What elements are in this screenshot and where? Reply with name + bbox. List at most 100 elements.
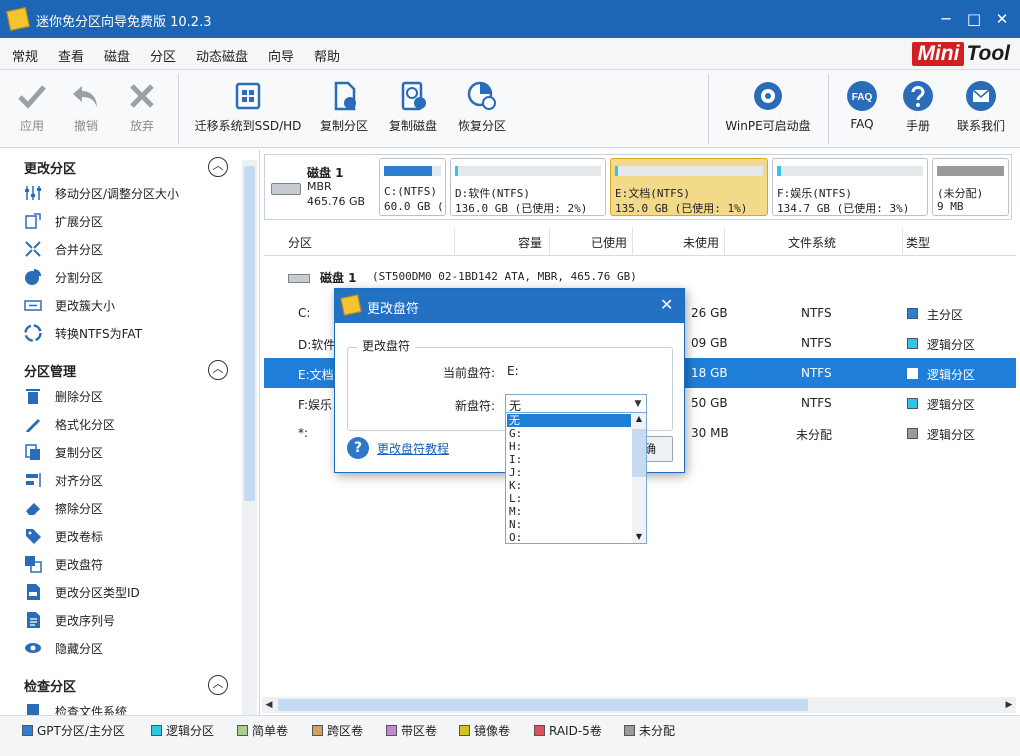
scroll-right-arrow-icon[interactable]: ▶ <box>1002 697 1016 713</box>
sidebar-scrollbar[interactable] <box>242 160 257 715</box>
op-align[interactable]: 对齐分区 <box>24 468 103 492</box>
dropdown-option[interactable]: M: <box>507 505 631 518</box>
dropdown-option[interactable]: H: <box>507 440 631 453</box>
dialog-close-icon[interactable]: ✕ <box>660 295 673 314</box>
col-used[interactable]: 已使用 <box>591 234 627 251</box>
partition-block-d[interactable]: D:软件(NTFS) 136.0 GB (已使用: 2%) <box>450 158 606 216</box>
migrate-os-icon <box>235 82 261 110</box>
op-merge[interactable]: 合并分区 <box>24 237 103 261</box>
toolbar-separator <box>828 74 829 144</box>
dropdown-scrollbar-thumb[interactable] <box>632 429 646 477</box>
discard-button[interactable]: 放弃 <box>124 80 160 134</box>
col-capacity[interactable]: 容量 <box>518 234 542 251</box>
copy-partition-button[interactable]: 复制分区 <box>316 80 372 134</box>
check-fs-icon <box>24 702 42 715</box>
manual-button[interactable]: 手册 <box>900 80 936 134</box>
apply-label: 应用 <box>19 119 44 133</box>
op-split[interactable]: 分割分区 <box>24 265 103 289</box>
menu-view[interactable]: 查看 <box>58 46 84 65</box>
collapse-chevron-up-icon[interactable]: ︿ <box>208 675 228 695</box>
scroll-left-arrow-icon[interactable]: ◀ <box>262 697 276 713</box>
serial-icon <box>24 611 42 629</box>
col-type[interactable]: 类型 <box>906 234 930 251</box>
col-unused[interactable]: 未使用 <box>683 234 719 251</box>
table-horizontal-scrollbar[interactable]: ◀ ▶ <box>262 697 1016 713</box>
op-change-drive-letter[interactable]: 更改盘符 <box>24 552 103 576</box>
menu-dynamic-disk[interactable]: 动态磁盘 <box>196 46 248 65</box>
drive-letter-dropdown-list[interactable]: 无 G: H: I: J: K: L: M: N: O: ▲ ▼ <box>505 412 647 544</box>
dialog-title-bar: 更改盘符 ✕ <box>335 289 684 323</box>
help-tutorial-link[interactable]: 更改盘符教程 <box>377 440 449 457</box>
op-move-resize[interactable]: 移动分区/调整分区大小 <box>24 181 179 205</box>
dropdown-option[interactable]: N: <box>507 518 631 531</box>
menu-partition[interactable]: 分区 <box>150 46 176 65</box>
partition-block-c[interactable]: C:(NTFS) 60.0 GB ( <box>379 158 446 216</box>
horizontal-scrollbar-thumb[interactable] <box>278 699 808 711</box>
usage-bar-fill <box>777 166 782 176</box>
undo-button[interactable]: 撤销 <box>68 80 104 134</box>
dropdown-option[interactable]: J: <box>507 466 631 479</box>
partition-name: (未分配) <box>937 187 984 200</box>
scroll-up-arrow-icon[interactable]: ▲ <box>632 413 646 425</box>
legend-item: 未分配 <box>624 722 675 739</box>
pencil-icon <box>24 415 42 433</box>
collapse-chevron-up-icon[interactable]: ︿ <box>208 360 228 380</box>
op-change-type-id[interactable]: 更改分区类型ID <box>24 580 140 604</box>
new-letter-select[interactable]: 无 ▼ <box>505 394 647 414</box>
op-check-file-system[interactable]: 检查文件系统 <box>24 699 127 715</box>
legend-item: RAID-5卷 <box>534 722 602 739</box>
op-wipe[interactable]: 擦除分区 <box>24 496 103 520</box>
op-label: 更改盘符 <box>55 557 104 572</box>
menu-disk[interactable]: 磁盘 <box>104 46 130 65</box>
op-change-cluster-size[interactable]: 更改簇大小 <box>24 293 115 317</box>
bootable-disc-icon <box>754 82 782 110</box>
minimize-button[interactable]: ─ <box>935 8 957 30</box>
contact-button[interactable]: 联系我们 <box>954 80 1008 134</box>
scroll-down-arrow-icon[interactable]: ▼ <box>632 531 646 543</box>
op-change-serial[interactable]: 更改序列号 <box>24 608 115 632</box>
partition-block-f[interactable]: F:娱乐(NTFS) 134.7 GB (已使用: 3%) <box>772 158 928 216</box>
op-label: 合并分区 <box>55 242 104 257</box>
recover-partition-label: 恢复分区 <box>457 119 506 133</box>
op-copy[interactable]: 复制分区 <box>24 440 103 464</box>
op-change-label[interactable]: 更改卷标 <box>24 524 103 548</box>
copy-partition-label: 复制分区 <box>319 119 368 133</box>
dropdown-option[interactable]: K: <box>507 479 631 492</box>
menu-general[interactable]: 常规 <box>12 46 38 65</box>
menu-wizard[interactable]: 向导 <box>268 46 294 65</box>
type-swatch <box>907 308 918 319</box>
op-convert-ntfs-fat[interactable]: 转换NTFS为FAT <box>24 321 142 345</box>
disk-row[interactable]: 磁盘 1 (ST500DM0 02-1BD142 ATA, MBR, 465.7… <box>264 262 1016 290</box>
dropdown-option[interactable]: I: <box>507 453 631 466</box>
menu-help[interactable]: 帮助 <box>314 46 340 65</box>
col-partition[interactable]: 分区 <box>288 234 312 251</box>
dropdown-option[interactable]: L: <box>507 492 631 505</box>
row-type: 逻辑分区 <box>927 428 976 442</box>
faq-button[interactable]: FAQ FAQ <box>842 80 882 131</box>
apply-button[interactable]: 应用 <box>14 80 50 134</box>
dropdown-option-none[interactable]: 无 <box>507 414 631 427</box>
chevron-down-icon[interactable]: ▼ <box>630 395 646 413</box>
row-type: 逻辑分区 <box>927 398 976 412</box>
copy-disk-button[interactable]: 复制磁盘 <box>385 80 441 134</box>
migrate-os-button[interactable]: 迁移系统到SSD/HD <box>192 80 304 134</box>
op-hide-partition[interactable]: 隐藏分区 <box>24 636 103 660</box>
op-extend[interactable]: 扩展分区 <box>24 209 103 233</box>
collapse-chevron-up-icon[interactable]: ︿ <box>208 157 228 177</box>
partition-block-e[interactable]: E:文档(NTFS) 135.0 GB (已使用: 1%) <box>610 158 768 216</box>
row-unused: 30 MB <box>691 426 729 440</box>
close-button[interactable]: ✕ <box>991 8 1013 30</box>
dropdown-option[interactable]: O: <box>507 531 631 543</box>
recover-partition-button[interactable]: 恢复分区 <box>454 80 510 134</box>
maximize-button[interactable]: □ <box>963 8 985 30</box>
dropdown-option[interactable]: G: <box>507 427 631 440</box>
sidebar-scrollbar-thumb[interactable] <box>244 166 255 501</box>
partition-block-unallocated[interactable]: (未分配) 9 MB <box>932 158 1009 216</box>
op-delete[interactable]: 删除分区 <box>24 384 103 408</box>
dropdown-scrollbar[interactable]: ▲ ▼ <box>632 413 646 543</box>
col-file-system[interactable]: 文件系统 <box>788 234 836 251</box>
manual-label: 手册 <box>905 119 930 133</box>
copy-partition-icon <box>334 81 356 111</box>
winpe-bootable-button[interactable]: WinPE可启动盘 <box>722 80 814 134</box>
op-format[interactable]: 格式化分区 <box>24 412 115 436</box>
